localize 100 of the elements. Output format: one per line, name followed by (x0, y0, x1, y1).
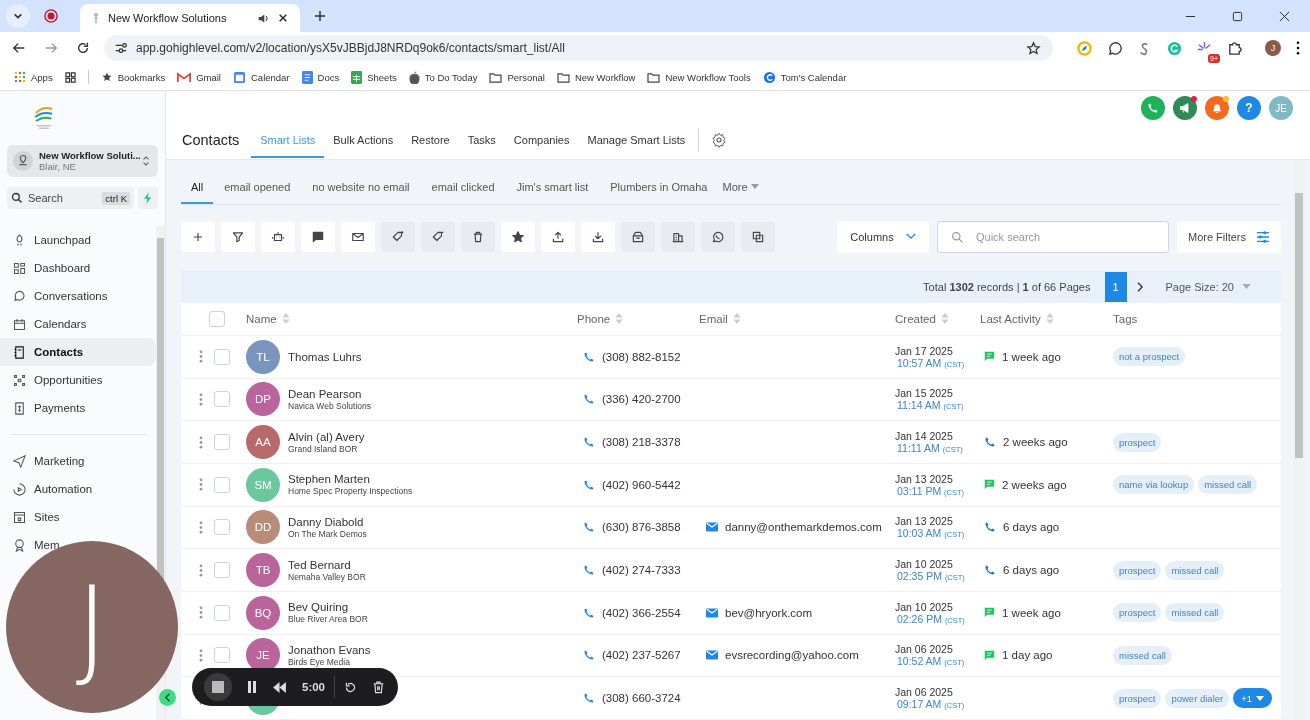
close-icon[interactable] (278, 13, 288, 23)
nav-item[interactable]: Calendars (0, 310, 156, 338)
bookmark[interactable]: Calendar (233, 70, 290, 84)
column-header[interactable]: Tags (1113, 312, 1281, 325)
contact-name[interactable]: Jonathon Evans (288, 643, 371, 656)
bookmark[interactable]: Docs (301, 70, 340, 84)
puzzle-icon[interactable] (1227, 40, 1242, 56)
add-tag-button[interactable] (381, 221, 415, 252)
back-icon[interactable] (12, 41, 26, 55)
phone-number[interactable]: (402) 274-7333 (602, 564, 681, 577)
chat-bubble-icon[interactable] (1107, 40, 1122, 56)
close-icon[interactable] (1279, 10, 1290, 22)
nav-tab[interactable]: Tasks (458, 124, 505, 158)
smart-list-tab[interactable]: email opened (213, 172, 302, 204)
search-button[interactable]: Search ctrl K (7, 187, 134, 209)
whatsapp-button[interactable] (701, 221, 735, 252)
drag-handle-icon[interactable] (199, 392, 203, 406)
bookmark[interactable]: Apps (14, 71, 53, 83)
nav-item[interactable]: Dashboard (0, 254, 156, 282)
column-header[interactable]: Last Activity (980, 312, 1113, 325)
nav-item[interactable]: Contacts (0, 338, 156, 366)
row-checkbox[interactable] (214, 519, 230, 536)
bookmark[interactable]: Sheets (351, 70, 397, 84)
bookmark[interactable]: New Workflow (556, 71, 636, 83)
nav-tab[interactable]: Companies (504, 124, 579, 158)
phone-button[interactable] (1141, 96, 1165, 120)
phone-number[interactable]: (630) 876-3858 (602, 521, 681, 534)
smart-list-tab[interactable]: Plumbers in Omaha (599, 172, 719, 204)
row-checkbox[interactable] (214, 647, 230, 664)
smart-list-tab[interactable]: email clicked (420, 172, 506, 204)
pause-icon[interactable] (247, 681, 257, 693)
site-settings-icon[interactable] (114, 41, 128, 55)
row-checkbox[interactable] (214, 434, 230, 451)
record-icon[interactable] (44, 9, 58, 23)
email-address[interactable]: danny@onthemarkdemos.com (725, 521, 882, 534)
notifications-button[interactable] (1205, 96, 1229, 120)
row-checkbox[interactable] (214, 476, 230, 493)
export-button[interactable] (581, 221, 615, 252)
columns-dropdown[interactable]: Columns (837, 220, 929, 253)
contact-name[interactable]: Ted Bernard (288, 558, 366, 571)
announcement-button[interactable] (1173, 96, 1197, 120)
address-field[interactable]: app.gohighlevel.com/v2/location/ysX5vJBBjdJ8NRDq9ok6/contacts/smart_list/All (104, 35, 1053, 61)
settings-icon[interactable] (711, 132, 728, 148)
contact-name[interactable]: Thomas Luhrs (288, 350, 362, 363)
menu-icon[interactable] (1296, 41, 1300, 55)
more-filters-button[interactable]: More Filters (1177, 220, 1281, 253)
drag-handle-icon[interactable] (199, 520, 203, 534)
browser-tab[interactable]: New Workflow Solutions (80, 4, 300, 32)
review-button[interactable] (621, 221, 655, 252)
nav-item[interactable]: Marketing (0, 447, 156, 475)
column-header[interactable]: Name (246, 312, 577, 325)
drag-handle-icon[interactable] (199, 563, 203, 577)
account-switcher[interactable]: New Workflow Soluti... Blair, NE (7, 145, 158, 177)
row-checkbox[interactable] (214, 391, 230, 408)
stop-button[interactable] (204, 673, 232, 701)
email-address[interactable]: evsrecording@yahoo.com (725, 649, 859, 662)
smart-list-tab[interactable]: no website no email (301, 172, 421, 204)
phone-number[interactable]: (402) 237-5267 (602, 649, 681, 662)
email-address[interactable]: bev@hryork.com (725, 606, 813, 619)
smart-list-tab[interactable]: Jim's smart list (505, 172, 600, 204)
bookmark[interactable]: To Do Today (408, 70, 478, 84)
reload-icon[interactable] (76, 41, 90, 55)
drag-handle-icon[interactable] (199, 606, 203, 620)
compass-icon[interactable] (1077, 40, 1092, 56)
nav-item[interactable]: Payments (0, 394, 156, 422)
grid-icon[interactable] (64, 71, 76, 83)
star-icon[interactable] (1026, 40, 1041, 56)
contact-name[interactable]: Stephen Marten (288, 473, 413, 486)
phone-number[interactable]: (336) 420-2700 (602, 393, 681, 406)
next-page-icon[interactable] (1136, 281, 1144, 292)
bookmark[interactable]: Bookmarks (100, 71, 166, 83)
page-size-dropdown[interactable]: Page Size: 20 (1159, 279, 1257, 294)
scrollbar[interactable] (1293, 160, 1305, 720)
company-button[interactable] (661, 221, 695, 252)
nav-tab[interactable]: Bulk Actions (324, 124, 403, 158)
nav-item[interactable]: Conversations (0, 282, 156, 310)
contact-name[interactable]: Dean Pearson (288, 387, 371, 400)
column-header[interactable]: Created (895, 312, 980, 325)
phone-number[interactable]: (402) 960-5442 (602, 478, 681, 491)
maximize-icon[interactable] (1232, 10, 1243, 22)
add-button[interactable] (181, 221, 215, 252)
nav-item[interactable]: Opportunities (0, 366, 156, 394)
bookmark[interactable]: Personal (489, 71, 545, 83)
filter-button[interactable] (221, 221, 255, 252)
bookmark[interactable]: Tom's Calendar (762, 70, 847, 84)
smart-list-tab[interactable]: All (181, 172, 214, 204)
row-checkbox[interactable] (214, 562, 230, 579)
phone-number[interactable]: (308) 660-3724 (602, 692, 681, 705)
more-dropdown[interactable]: More (718, 172, 763, 204)
more-tags-button[interactable]: +1 (1233, 688, 1273, 709)
nav-item[interactable]: Sites (0, 503, 156, 531)
contact-name[interactable]: Bev Quiring (288, 601, 368, 614)
automation-button[interactable] (261, 221, 295, 252)
nav-tab[interactable]: Restore (402, 124, 459, 158)
column-header[interactable]: Phone (577, 312, 699, 325)
help-button[interactable]: ? (1237, 96, 1261, 120)
phone-number[interactable]: (402) 366-2554 (602, 606, 681, 619)
merge-button[interactable] (741, 221, 775, 252)
restart-icon[interactable] (344, 680, 358, 694)
drag-handle-icon[interactable] (199, 478, 203, 492)
